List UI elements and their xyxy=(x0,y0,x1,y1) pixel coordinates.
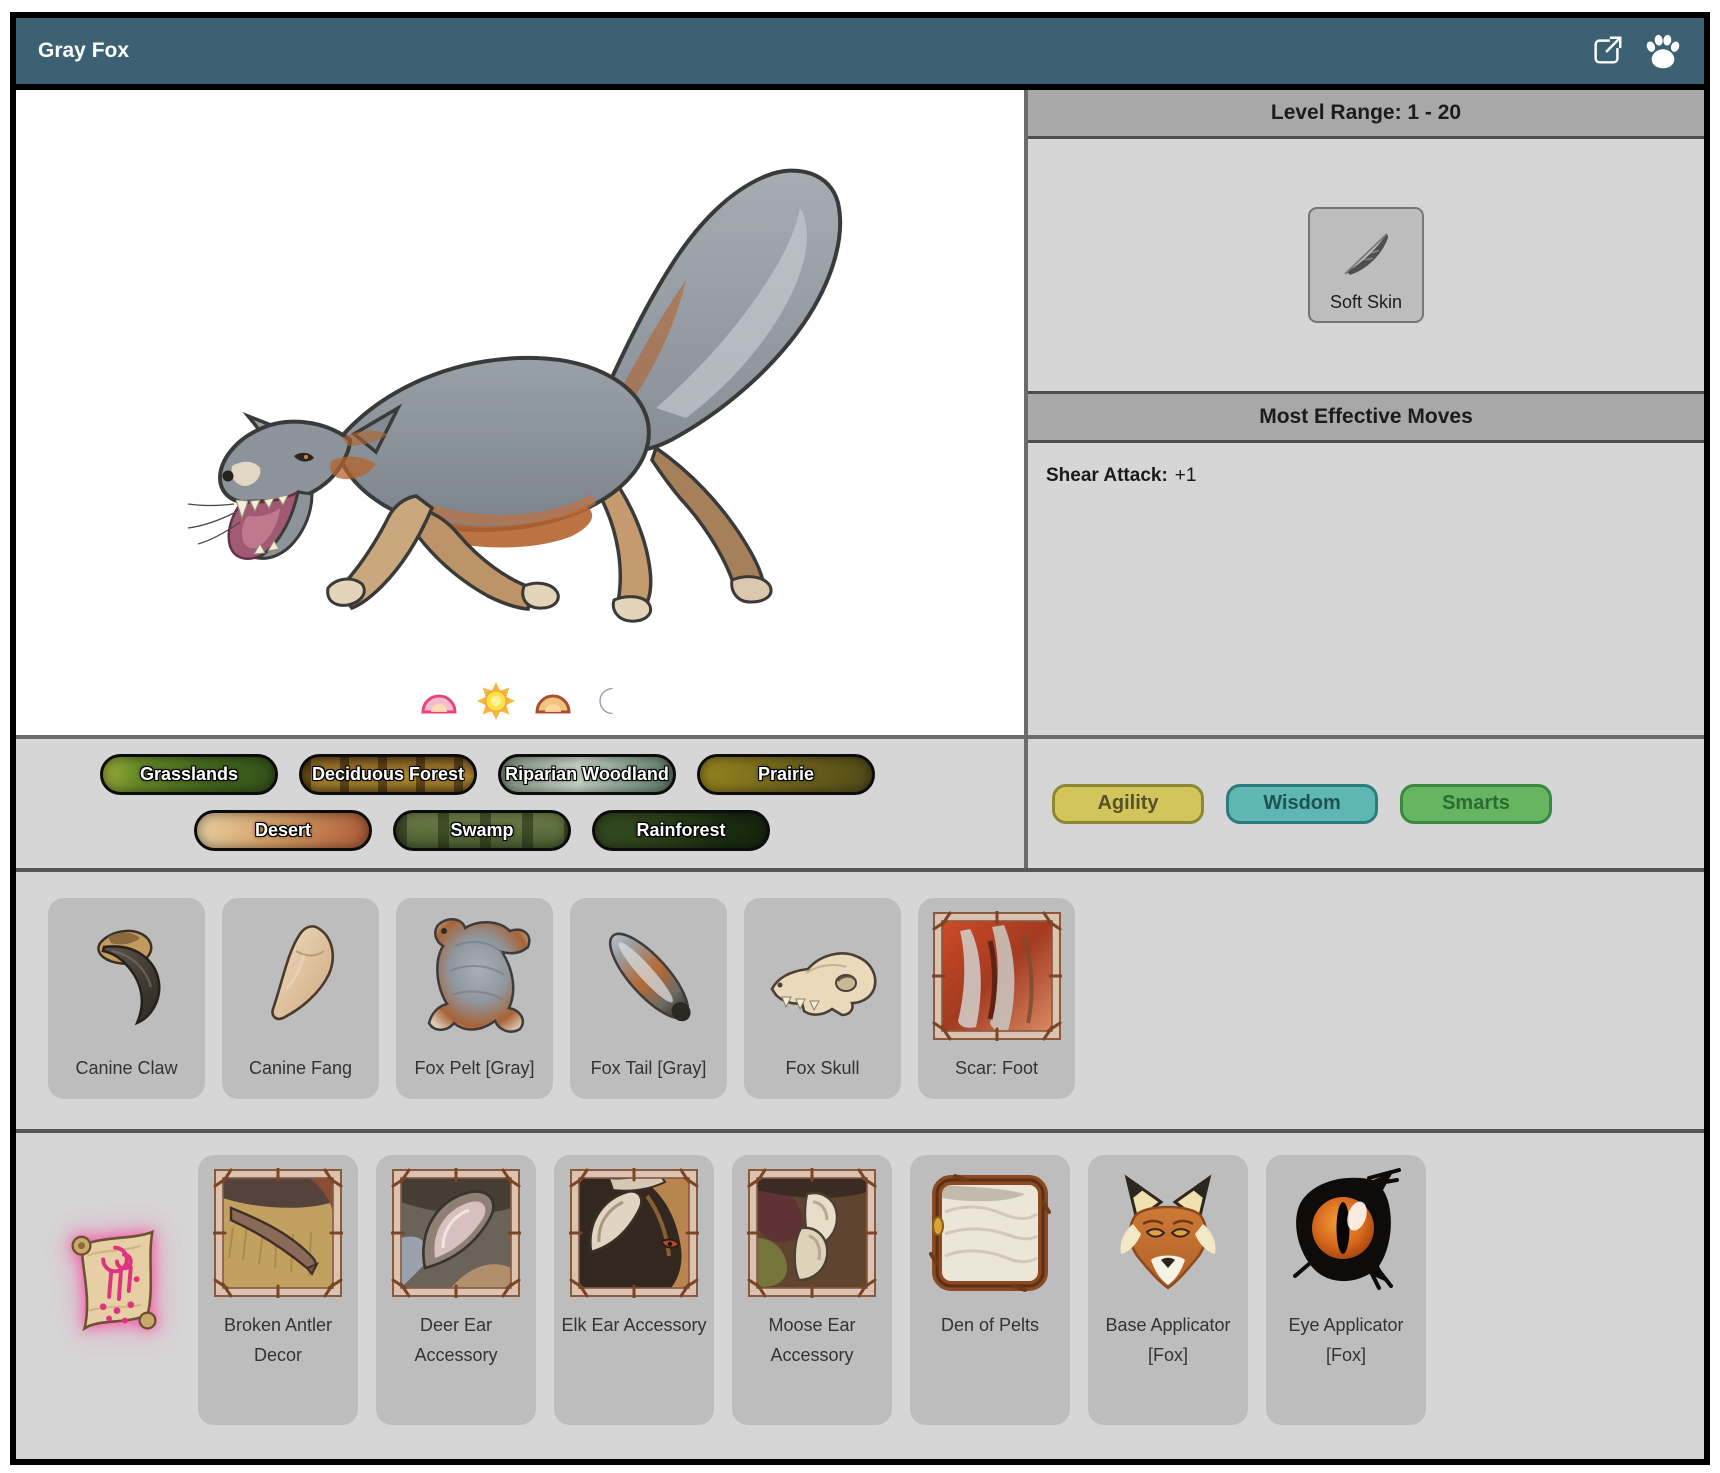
biome-stats-row: Grasslands Deciduous Forest Riparian Woo… xyxy=(16,735,1704,868)
moose-ear-image xyxy=(747,1168,877,1298)
item-label: Canine Claw xyxy=(54,1053,199,1084)
biome-label: Rainforest xyxy=(636,820,725,841)
glowing-scroll-icon[interactable] xyxy=(52,1214,180,1366)
biome-label: Prairie xyxy=(758,764,814,785)
item-card-moose-ear-accessory[interactable]: Moose Ear Accessory xyxy=(732,1155,892,1425)
item-card-canine-fang[interactable]: Canine Fang xyxy=(222,898,379,1099)
item-label: Elk Ear Accessory xyxy=(560,1310,708,1341)
moves-header: Most Effective Moves xyxy=(1028,394,1704,443)
external-link-icon[interactable] xyxy=(1588,32,1626,70)
item-card-den-of-pelts[interactable]: Den of Pelts xyxy=(910,1155,1070,1425)
item-label: Fox Tail [Gray] xyxy=(576,1053,721,1084)
soft-skin-tile[interactable]: Soft Skin xyxy=(1308,207,1424,323)
biome-label: Desert xyxy=(255,820,311,841)
item-card-elk-ear-accessory[interactable]: Elk Ear Accessory xyxy=(554,1155,714,1425)
base-applicator-fox-image xyxy=(1103,1168,1233,1298)
page-title: Gray Fox xyxy=(38,39,129,63)
biomes-panel: Grasslands Deciduous Forest Riparian Woo… xyxy=(16,739,1028,868)
item-label: Moose Ear Accessory xyxy=(738,1310,886,1371)
active-time-row xyxy=(16,681,1024,721)
fox-pelt-image xyxy=(410,911,540,1041)
gray-fox-encyclopedia-window: Gray Fox xyxy=(10,12,1710,1465)
eye-applicator-fox-image xyxy=(1281,1168,1411,1298)
biome-riparian-woodland[interactable]: Riparian Woodland xyxy=(498,754,676,795)
paw-icon[interactable] xyxy=(1644,32,1682,70)
item-label: Scar: Foot xyxy=(924,1053,1069,1084)
moves-area: Shear Attack: +1 xyxy=(1028,443,1704,735)
biome-desert[interactable]: Desert xyxy=(194,810,372,851)
item-label: Fox Pelt [Gray] xyxy=(402,1053,547,1084)
main-row: Level Range: 1 - 20 Soft Skin Most Effec… xyxy=(16,90,1704,735)
item-label: Eye Applicator [Fox] xyxy=(1272,1310,1420,1371)
item-card-broken-antler-decor[interactable]: Broken Antler Decor xyxy=(198,1155,358,1425)
sunrise-icon xyxy=(420,688,458,715)
item-label: Deer Ear Accessory xyxy=(382,1310,530,1371)
customization-row: Broken Antler Decor xyxy=(16,1129,1704,1459)
item-label: Base Applicator [Fox] xyxy=(1094,1310,1242,1371)
fox-image-panel xyxy=(16,90,1028,735)
biome-label: Grasslands xyxy=(140,764,238,785)
biome-prairie[interactable]: Prairie xyxy=(697,754,875,795)
item-card-fox-tail-gray[interactable]: Fox Tail [Gray] xyxy=(570,898,727,1099)
info-panel: Level Range: 1 - 20 Soft Skin Most Effec… xyxy=(1028,90,1704,735)
item-card-scar-foot[interactable]: Scar: Foot xyxy=(918,898,1075,1099)
biome-rainforest[interactable]: Rainforest xyxy=(592,810,770,851)
biome-deciduous-forest[interactable]: Deciduous Forest xyxy=(299,754,477,795)
sunset-icon xyxy=(534,688,572,715)
stat-wisdom[interactable]: Wisdom xyxy=(1226,784,1378,824)
stats-panel: Agility Wisdom Smarts xyxy=(1028,739,1704,868)
biome-label: Riparian Woodland xyxy=(505,764,669,785)
stat-smarts[interactable]: Smarts xyxy=(1400,784,1552,824)
biome-label: Swamp xyxy=(450,820,513,841)
biome-grasslands[interactable]: Grasslands xyxy=(100,754,278,795)
drops-row: Canine Claw Canine Fang xyxy=(16,868,1704,1129)
title-bar: Gray Fox xyxy=(16,18,1704,90)
gray-fox-artwork xyxy=(136,108,916,668)
item-label: Den of Pelts xyxy=(916,1310,1064,1341)
move-value: +1 xyxy=(1175,465,1197,486)
fox-skull-image xyxy=(758,911,888,1041)
item-card-fox-pelt-gray[interactable]: Fox Pelt [Gray] xyxy=(396,898,553,1099)
biome-label: Deciduous Forest xyxy=(312,764,464,785)
scar-foot-image xyxy=(932,911,1062,1041)
level-range-header: Level Range: 1 - 20 xyxy=(1028,90,1704,139)
item-label: Fox Skull xyxy=(750,1053,895,1084)
move-name: Shear Attack: xyxy=(1046,465,1168,486)
ability-area: Soft Skin xyxy=(1028,139,1704,394)
item-card-canine-claw[interactable]: Canine Claw xyxy=(48,898,205,1099)
item-card-deer-ear-accessory[interactable]: Deer Ear Accessory xyxy=(376,1155,536,1425)
elk-ear-image xyxy=(569,1168,699,1298)
fox-tail-image xyxy=(584,911,714,1041)
den-of-pelts-image xyxy=(925,1168,1055,1298)
item-label: Broken Antler Decor xyxy=(204,1310,352,1371)
stat-label: Agility xyxy=(1097,792,1158,815)
stat-label: Wisdom xyxy=(1263,792,1341,815)
ability-label: Soft Skin xyxy=(1330,292,1402,313)
broken-antler-image xyxy=(213,1168,343,1298)
stat-agility[interactable]: Agility xyxy=(1052,784,1204,824)
feather-icon xyxy=(1338,225,1394,286)
item-card-fox-skull[interactable]: Fox Skull xyxy=(744,898,901,1099)
stat-label: Smarts xyxy=(1442,792,1510,815)
canine-claw-image xyxy=(62,911,192,1041)
moon-icon xyxy=(590,684,620,718)
biome-swamp[interactable]: Swamp xyxy=(393,810,571,851)
deer-ear-image xyxy=(391,1168,521,1298)
move-shear-attack: Shear Attack: +1 xyxy=(1046,465,1686,487)
canine-fang-image xyxy=(236,911,366,1041)
sun-icon xyxy=(476,681,516,721)
item-label: Canine Fang xyxy=(228,1053,373,1084)
item-card-eye-applicator-fox[interactable]: Eye Applicator [Fox] xyxy=(1266,1155,1426,1425)
item-card-base-applicator-fox[interactable]: Base Applicator [Fox] xyxy=(1088,1155,1248,1425)
